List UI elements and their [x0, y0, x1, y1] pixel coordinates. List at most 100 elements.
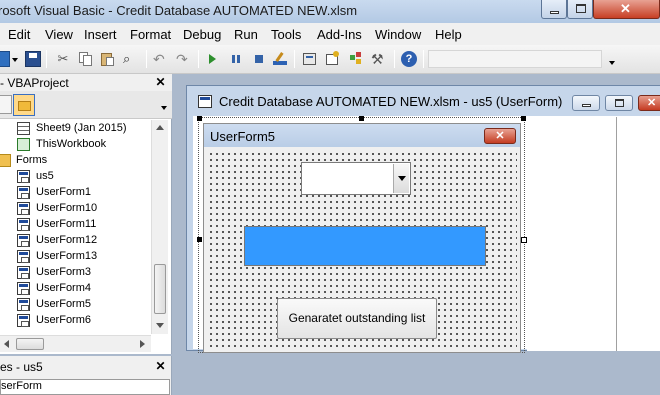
designer-close-button[interactable]: ✕: [638, 95, 660, 111]
tree-item-thisworkbook[interactable]: ThisWorkbook: [0, 137, 151, 153]
menu-help[interactable]: Help: [435, 27, 462, 42]
project-explorer-title: - VBAProject: [0, 76, 69, 90]
project-vertical-scrollbar[interactable]: [151, 120, 168, 334]
find-icon[interactable]: ⌕: [123, 51, 139, 67]
userform-title-bar: UserForm5 ✕: [204, 124, 520, 147]
tree-item-userform13[interactable]: UserForm13: [0, 249, 151, 265]
scroll-right-icon[interactable]: [140, 340, 145, 348]
tree-item-userform4[interactable]: UserForm4: [0, 281, 151, 297]
scroll-thumb[interactable]: [154, 264, 166, 314]
menu-view[interactable]: View: [45, 27, 73, 42]
toolbar-separator: [198, 50, 199, 68]
tree-item-userform12[interactable]: UserForm12: [0, 233, 151, 249]
designer-maximize-button[interactable]: [605, 95, 633, 111]
redo-icon[interactable]: ↷: [176, 51, 192, 67]
scroll-left-icon[interactable]: [4, 340, 9, 348]
break-icon[interactable]: [228, 51, 244, 67]
properties-title: es - us5: [0, 360, 43, 374]
menu-tools[interactable]: Tools: [271, 27, 301, 42]
tree-item-userform1[interactable]: UserForm1: [0, 185, 151, 201]
menu-add-ins[interactable]: Add-Ins: [317, 27, 362, 42]
resize-handle-top-left[interactable]: [197, 116, 202, 121]
reset-icon[interactable]: [251, 51, 267, 67]
properties-window-icon[interactable]: [325, 51, 341, 67]
tree-item-label: Forms: [16, 154, 48, 166]
minimize-icon: [550, 11, 559, 14]
maximize-button[interactable]: [567, 0, 593, 19]
help-icon[interactable]: ?: [401, 51, 417, 67]
form-icon: [17, 282, 30, 295]
tree-item-us5[interactable]: us5: [0, 169, 151, 185]
userform-caption: UserForm5: [210, 129, 276, 144]
sheet-icon: [17, 122, 30, 135]
scroll-up-icon[interactable]: [156, 125, 164, 130]
menu-run[interactable]: Run: [234, 27, 258, 42]
userform-close-button[interactable]: ✕: [484, 128, 516, 144]
design-mode-icon[interactable]: [272, 51, 288, 67]
view-object-button[interactable]: [0, 95, 12, 114]
resize-handle-right[interactable]: [521, 237, 527, 243]
tree-item-forms-folder[interactable]: Forms: [0, 153, 151, 169]
toolbar-options-icon[interactable]: [609, 61, 615, 65]
designer-minimize-button[interactable]: [572, 95, 600, 111]
toolbox-icon[interactable]: ⚒: [371, 51, 387, 67]
tree-item-sheet9[interactable]: Sheet9 (Jan 2015): [0, 121, 151, 137]
toolbar-separator: [294, 50, 295, 68]
toolbar-separator: [394, 50, 395, 68]
menu-bar: Edit View Insert Format Debug Run Tools …: [0, 23, 660, 45]
save-icon[interactable]: [25, 51, 41, 67]
project-explorer-close-icon[interactable]: ✕: [154, 76, 167, 89]
form-icon: [17, 170, 30, 183]
folder-icon: [18, 101, 31, 111]
tree-item-label: UserForm1: [36, 186, 92, 198]
cut-icon[interactable]: ✂: [55, 51, 71, 67]
tree-item-userform11[interactable]: UserForm11: [0, 217, 151, 233]
resize-handle-left[interactable]: [197, 237, 202, 242]
properties-panel: es - us5 ✕ serForm: [0, 356, 172, 395]
project-horizontal-scrollbar[interactable]: [0, 335, 151, 352]
form-icon: [17, 202, 30, 215]
menu-debug[interactable]: Debug: [183, 27, 221, 42]
tree-item-userform3[interactable]: UserForm3: [0, 265, 151, 281]
view-excel-icon[interactable]: [0, 51, 10, 67]
tree-item-userform5[interactable]: UserForm5: [0, 297, 151, 313]
menu-insert[interactable]: Insert: [84, 27, 117, 42]
tree-item-label: UserForm12: [36, 234, 98, 246]
scroll-down-icon[interactable]: [156, 323, 164, 328]
resize-handle-top[interactable]: [359, 116, 364, 121]
dropdown-arrow-icon[interactable]: [12, 58, 18, 62]
designer-title: Credit Database AUTOMATED NEW.xlsm - us5…: [219, 94, 563, 109]
toggle-folders-button[interactable]: [13, 94, 35, 116]
toolbar-overflow-icon[interactable]: [161, 106, 167, 110]
toolbar-separator: [146, 50, 147, 68]
tree-item-label: UserForm13: [36, 250, 98, 262]
combobox[interactable]: [301, 162, 411, 195]
code-window-area: [527, 117, 660, 351]
menu-window[interactable]: Window: [375, 27, 421, 42]
form-icon: [17, 234, 30, 247]
object-browser-icon[interactable]: [348, 51, 364, 67]
copy-icon[interactable]: [78, 51, 94, 67]
position-readout: [428, 50, 602, 68]
scroll-thumb[interactable]: [16, 338, 44, 350]
app-title: rosoft Visual Basic - Credit Database AU…: [0, 3, 358, 18]
menu-format[interactable]: Format: [130, 27, 171, 42]
menu-edit[interactable]: Edit: [8, 27, 30, 42]
form-icon: [17, 314, 30, 327]
blue-label-control[interactable]: [244, 226, 486, 266]
tree-item-userform10[interactable]: UserForm10: [0, 201, 151, 217]
generate-outstanding-list-button[interactable]: Genaratet outstanding list: [277, 298, 437, 339]
properties-object-select[interactable]: serForm: [0, 379, 170, 395]
tree-item-label: us5: [36, 170, 54, 182]
combobox-dropdown-button[interactable]: [393, 164, 409, 193]
close-button[interactable]: ✕: [593, 0, 660, 19]
paste-icon[interactable]: [100, 51, 116, 67]
minimize-button[interactable]: [541, 0, 567, 19]
resize-handle-top-right[interactable]: [521, 116, 526, 121]
properties-close-icon[interactable]: ✕: [154, 360, 167, 373]
minimize-icon: [582, 104, 591, 107]
tree-item-userform6[interactable]: UserForm6: [0, 313, 151, 329]
project-explorer-icon[interactable]: [302, 51, 318, 67]
undo-icon[interactable]: ↶: [153, 51, 169, 67]
run-icon[interactable]: [205, 51, 221, 67]
